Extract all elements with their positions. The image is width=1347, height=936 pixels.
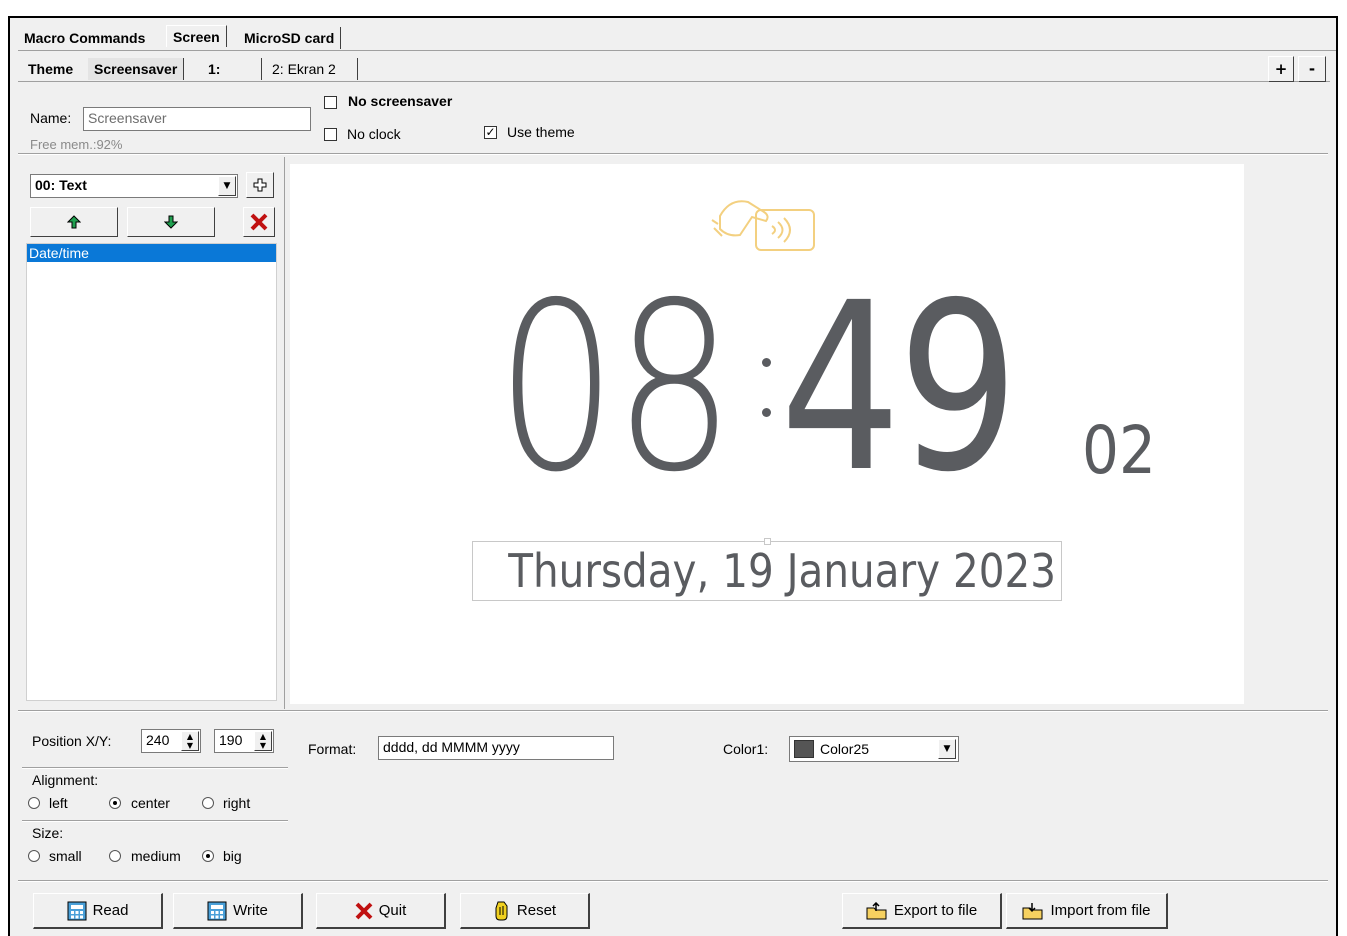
color-swatch (794, 740, 814, 758)
size-small-radio[interactable] (28, 850, 40, 862)
bottom-divider (18, 880, 1328, 882)
arrow-up-icon (66, 215, 82, 229)
remove-screen-button[interactable]: - (1298, 56, 1326, 82)
reset-button[interactable]: Reset (460, 893, 590, 929)
position-divider (22, 767, 288, 769)
subtab-underline (18, 81, 1330, 82)
move-down-button[interactable] (127, 207, 215, 237)
element-list[interactable]: Date/time (26, 243, 277, 701)
size-medium-radio[interactable] (109, 850, 121, 862)
align-left-label: left (49, 795, 68, 811)
delete-x-icon (250, 213, 268, 231)
move-up-button[interactable] (30, 207, 118, 237)
format-label: Format: (308, 741, 357, 757)
top-divider (18, 153, 1328, 155)
reset-button-label: Reset (516, 902, 557, 919)
element-select-value: 00: Text (35, 177, 87, 193)
format-value: dddd, dd MMMM yyyy (383, 739, 520, 755)
alignment-label: Alignment: (32, 772, 99, 788)
tab-macro-commands[interactable]: Macro Commands (18, 27, 151, 49)
import-button-label: Import from file (1050, 902, 1151, 919)
folder-import-icon (1022, 902, 1043, 919)
pos-y-spinner[interactable]: ▲ ▼ (254, 731, 272, 751)
color-value: Color25 (820, 741, 870, 757)
delete-element-button[interactable] (243, 207, 275, 237)
clock-seconds: 02 (1082, 412, 1156, 489)
no-clock-label: No clock (347, 126, 401, 142)
subtab-screensaver[interactable]: Screensaver (88, 58, 185, 80)
add-element-button[interactable] (246, 172, 274, 198)
reset-hand-icon (495, 901, 508, 920)
import-button[interactable]: Import from file (1006, 893, 1168, 929)
pos-x-value: 240 (146, 732, 170, 748)
size-medium-label: medium (131, 848, 181, 864)
close-x-icon (355, 902, 373, 919)
clock-minutes: 49 (780, 253, 1019, 523)
no-screensaver-checkbox[interactable] (324, 96, 337, 109)
element-select-dropdown[interactable]: ▼ (218, 176, 236, 196)
preview-canvas[interactable]: 08 49 02 Thursday, 19 January 2023 (290, 164, 1244, 704)
calculator-icon (207, 901, 227, 920)
write-button[interactable]: Write (173, 893, 303, 929)
date-text-box[interactable]: Thursday, 19 January 2023 (472, 541, 1062, 601)
folder-export-icon (866, 901, 887, 919)
use-theme-checkbox[interactable]: ✓ (484, 126, 497, 139)
clock-colon (760, 354, 771, 424)
align-center-radio[interactable] (109, 797, 121, 809)
format-input[interactable]: dddd, dd MMMM yyyy (378, 736, 614, 760)
element-list-item[interactable]: Date/time (27, 244, 276, 262)
no-screensaver-label: No screensaver (348, 93, 453, 109)
calculator-icon (67, 901, 87, 920)
pos-y-value: 190 (219, 732, 243, 748)
export-button-label: Export to file (893, 902, 978, 919)
no-clock-checkbox[interactable] (324, 128, 337, 141)
name-input[interactable]: Screensaver (83, 107, 311, 131)
read-button[interactable]: Read (33, 893, 163, 929)
subtab-2-ekran2[interactable]: 2: Ekran 2 (266, 58, 358, 80)
quit-button[interactable]: Quit (316, 893, 446, 929)
size-label: Size: (32, 825, 64, 841)
size-small-label: small (49, 848, 82, 864)
arrow-down-icon (163, 215, 179, 229)
add-screen-button[interactable]: + (1268, 56, 1294, 82)
read-button-label: Read (92, 902, 129, 919)
position-label: Position X/Y: (32, 733, 112, 749)
size-big-radio[interactable] (202, 850, 214, 862)
color-label: Color1: (723, 741, 769, 757)
size-big-label: big (223, 848, 242, 864)
align-right-label: right (223, 795, 251, 811)
date-anchor-handle[interactable] (764, 538, 771, 545)
pos-x-spinner[interactable]: ▲ ▼ (181, 731, 199, 751)
use-theme-label: Use theme (507, 124, 575, 140)
name-label: Name: (30, 110, 72, 126)
clock-hours: 08 (496, 253, 735, 523)
plus-icon (253, 178, 267, 192)
align-center-label: center (131, 795, 170, 811)
contactless-card-icon (711, 200, 815, 251)
align-left-radio[interactable] (28, 797, 40, 809)
subtab-theme[interactable]: Theme (22, 58, 80, 80)
color-select-dropdown[interactable]: ▼ (938, 739, 956, 759)
date-text: Thursday, 19 January 2023 (508, 544, 1056, 598)
element-select[interactable]: 00: Text (30, 174, 238, 198)
preview-bottom-divider (18, 710, 1328, 712)
align-right-radio[interactable] (202, 797, 214, 809)
free-mem-label: Free mem.:92% (30, 137, 123, 152)
write-button-label: Write (233, 902, 268, 919)
subtab-1[interactable]: 1: (202, 58, 262, 80)
color-select[interactable]: Color25 (789, 736, 959, 762)
alignment-divider (22, 820, 288, 822)
tab-screen[interactable]: Screen (166, 25, 227, 47)
tab-microsd-card[interactable]: MicroSD card (238, 27, 342, 49)
quit-button-label: Quit (378, 902, 407, 919)
export-button[interactable]: Export to file (842, 893, 1002, 929)
